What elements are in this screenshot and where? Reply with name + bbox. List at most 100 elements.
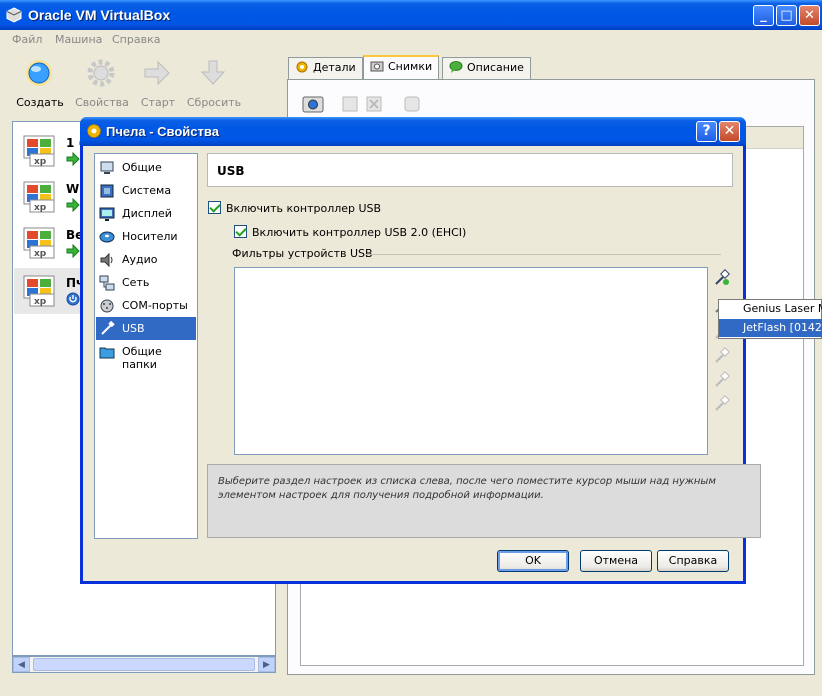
- speech-bubble-icon: [449, 61, 463, 73]
- usb-device-popup-menu: Genius Laser Mo JetFlash [0142]: [718, 299, 822, 339]
- nav-item-label: COM-порты: [122, 299, 188, 312]
- move-up-filter-icon[interactable]: [713, 371, 731, 389]
- virtualbox-cube-icon: [6, 7, 22, 23]
- start-button[interactable]: Старт: [128, 52, 188, 112]
- svg-text:xp: xp: [34, 249, 47, 259]
- add-filter-icon[interactable]: [713, 269, 731, 287]
- filters-divider: [365, 254, 721, 255]
- windows-xp-icon: xp: [23, 275, 55, 307]
- svg-text:xp: xp: [34, 157, 47, 167]
- gear-icon: [87, 59, 115, 87]
- discard-label: Сбросить: [186, 96, 242, 109]
- page-header: USB: [207, 153, 733, 187]
- nav-item-label: Система: [122, 184, 172, 197]
- enable-usb-checkbox[interactable]: [208, 201, 221, 214]
- tab-details-label: Детали: [313, 61, 356, 74]
- tab-description-label: Описание: [467, 61, 524, 74]
- create-sun-icon: [26, 60, 52, 86]
- dialog-help-button[interactable]: ?: [696, 121, 717, 142]
- tab-snapshots[interactable]: Снимки: [363, 55, 440, 80]
- arrow-right-icon: [66, 152, 80, 166]
- take-snapshot-icon[interactable]: [302, 94, 324, 114]
- filters-label: Фильтры устройств USB: [232, 247, 373, 260]
- gear-icon: [87, 124, 101, 138]
- restore-snapshot-icon[interactable]: [340, 94, 360, 114]
- dialog-title: Пчела - Свойства: [106, 124, 219, 139]
- serial-port-icon: [100, 299, 114, 313]
- gear-icon: [296, 61, 308, 73]
- nav-item-label: USB: [122, 322, 145, 335]
- display-icon: [99, 207, 115, 221]
- settings-label: Свойства: [75, 96, 129, 109]
- create-button[interactable]: Создать: [10, 52, 70, 112]
- popup-item-genius-laser-mouse[interactable]: Genius Laser Mo: [719, 300, 822, 318]
- ok-button[interactable]: OK: [497, 550, 569, 572]
- create-label: Создать: [16, 96, 64, 109]
- minimize-button[interactable]: _: [753, 5, 774, 26]
- nav-item-system[interactable]: Система: [96, 179, 196, 202]
- tab-snapshots-label: Снимки: [388, 60, 433, 73]
- help-button[interactable]: Справка: [657, 550, 729, 572]
- svg-text:xp: xp: [34, 203, 47, 213]
- move-down-filter-icon[interactable]: [713, 395, 731, 413]
- cancel-button[interactable]: Отмена: [580, 550, 652, 572]
- info-text: Выберите раздел настроек из списка слева…: [218, 476, 716, 501]
- settings-button[interactable]: Свойства: [72, 52, 132, 112]
- nav-item-general[interactable]: Общие: [96, 156, 196, 179]
- enable-usb-label: Включить контроллер USB: [226, 202, 382, 215]
- nav-item-label: Общие папки: [122, 345, 162, 371]
- scroll-thumb[interactable]: [33, 658, 255, 671]
- scroll-left-icon[interactable]: ◀: [13, 657, 30, 672]
- nav-item-label: Носители: [122, 230, 178, 243]
- dialog-close-button[interactable]: ✕: [719, 121, 740, 142]
- maximize-button[interactable]: □: [776, 5, 797, 26]
- windows-xp-icon: xp: [23, 135, 55, 167]
- vm-list-scrollbar[interactable]: ◀ ▶: [12, 656, 276, 673]
- close-button[interactable]: ✕: [799, 5, 820, 26]
- arrow-right-icon: [66, 198, 80, 212]
- nav-item-storage[interactable]: Носители: [96, 225, 196, 248]
- disc-icon: [99, 231, 115, 243]
- usb-plug-icon: [101, 321, 115, 335]
- delete-snapshot-icon[interactable]: [364, 94, 384, 114]
- arrow-right-icon: [144, 60, 170, 86]
- settings-category-list: Общие Система Дисплей Носители Аудио Сет…: [94, 153, 198, 539]
- chip-icon: [100, 184, 114, 198]
- usb-filters-list[interactable]: [234, 267, 708, 455]
- settings-dialog: Пчела - Свойства ? ✕ Общие Система Диспл…: [80, 117, 761, 584]
- menu-machine[interactable]: Машина: [55, 33, 102, 46]
- nav-item-serial-ports[interactable]: COM-порты: [96, 294, 196, 317]
- folder-icon: [99, 347, 115, 359]
- menu-file[interactable]: Файл: [12, 33, 42, 46]
- enable-ehci-label: Включить контроллер USB 2.0 (EHCI): [252, 226, 467, 239]
- arrow-right-icon: [66, 244, 80, 258]
- nav-item-label: Аудио: [122, 253, 158, 266]
- nav-item-audio[interactable]: Аудио: [96, 248, 196, 271]
- menu-help[interactable]: Справка: [112, 33, 160, 46]
- nav-item-label: Общие: [122, 161, 162, 174]
- main-toolbar: Создать Свойства Старт Сбросить: [0, 52, 282, 116]
- nav-item-network[interactable]: Сеть: [96, 271, 196, 294]
- camera-icon: [370, 61, 384, 72]
- enable-ehci-checkbox[interactable]: [234, 225, 247, 238]
- nav-item-shared-folders[interactable]: Общие папки: [96, 340, 196, 371]
- tab-description[interactable]: Описание: [442, 57, 531, 79]
- power-off-icon: [66, 292, 80, 306]
- menubar: Файл Машина Справка: [0, 30, 822, 50]
- main-titlebar[interactable]: Oracle VM VirtualBox _ □ ✕: [0, 0, 822, 30]
- windows-xp-icon: xp: [23, 181, 55, 213]
- network-icon: [99, 275, 115, 291]
- popup-item-jetflash[interactable]: JetFlash [0142]: [719, 319, 822, 337]
- info-panel: Выберите раздел настроек из списка слева…: [207, 464, 761, 538]
- scroll-right-icon[interactable]: ▶: [258, 657, 275, 672]
- discard-button[interactable]: Сбросить: [184, 52, 244, 112]
- snapshot-details-icon[interactable]: [402, 94, 422, 114]
- nav-item-usb[interactable]: USB: [96, 317, 196, 340]
- dialog-titlebar[interactable]: Пчела - Свойства ? ✕: [80, 117, 746, 146]
- tab-details[interactable]: Детали: [288, 57, 363, 79]
- windows-xp-icon: xp: [23, 227, 55, 259]
- start-label: Старт: [140, 96, 176, 109]
- remove-filter-icon[interactable]: [713, 347, 731, 365]
- nav-item-display[interactable]: Дисплей: [96, 202, 196, 225]
- nav-item-label: Сеть: [122, 276, 150, 289]
